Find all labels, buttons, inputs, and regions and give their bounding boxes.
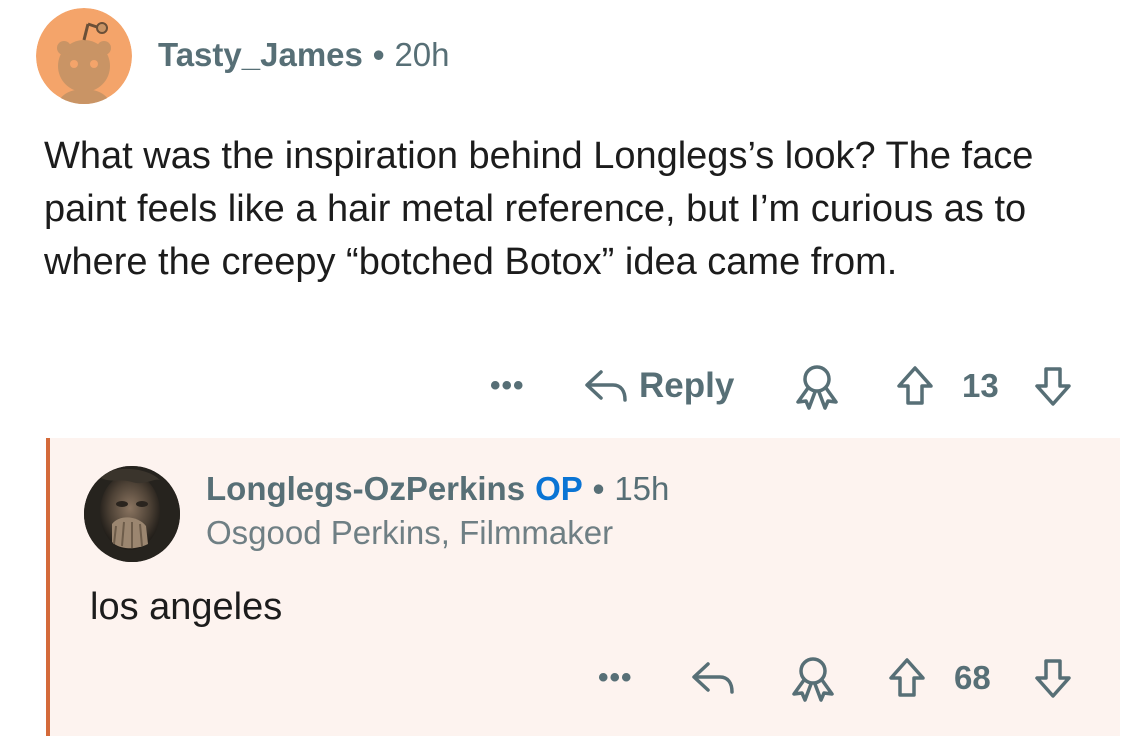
- reply-award-button[interactable]: [788, 652, 838, 704]
- reply-arrow-icon: [690, 658, 736, 698]
- meta-separator: •: [592, 470, 605, 507]
- snoo-avatar-icon: [36, 8, 132, 104]
- reply-timestamp: 15h: [614, 470, 670, 507]
- upvote-button[interactable]: [892, 360, 938, 412]
- more-options-icon: •••: [490, 369, 525, 402]
- reply-upvote-button[interactable]: [884, 652, 930, 704]
- parent-comment: Tasty_James • 20h What was the inspiration…: [0, 0, 1125, 430]
- reply-label: Reply: [639, 366, 735, 405]
- reply-downvote-button[interactable]: [1030, 652, 1076, 704]
- more-options-button[interactable]: •••: [490, 360, 525, 412]
- comment-timestamp: 20h: [394, 36, 450, 73]
- downvote-icon: [1030, 655, 1076, 701]
- vote-count: 13: [962, 367, 999, 404]
- vote-count: 68: [954, 659, 991, 696]
- comment-meta: Tasty_James • 20h: [158, 36, 450, 74]
- reply-body: los angeles: [90, 586, 283, 628]
- more-options-icon: •••: [598, 661, 633, 694]
- award-icon: [788, 654, 838, 702]
- thread-line[interactable]: [46, 438, 50, 736]
- meta-separator: •: [372, 36, 385, 73]
- reply-more-options-button[interactable]: •••: [598, 652, 633, 704]
- reply-meta: Longlegs-OzPerkins OP • 15h: [206, 470, 669, 508]
- op-avatar[interactable]: [84, 466, 180, 562]
- upvote-icon: [884, 655, 930, 701]
- downvote-icon: [1030, 363, 1076, 409]
- profile-photo-icon: [84, 466, 180, 562]
- reply-vote-score: 68: [954, 652, 991, 704]
- upvote-icon: [892, 363, 938, 409]
- op-badge: OP: [535, 470, 583, 507]
- reply-button[interactable]: Reply: [583, 360, 734, 412]
- reply-reply-button[interactable]: [690, 652, 736, 704]
- reply-arrow-icon: [583, 366, 629, 406]
- vote-score: 13: [962, 360, 999, 412]
- user-flair: Osgood Perkins, Filmmaker: [206, 514, 614, 551]
- user-avatar[interactable]: [36, 8, 132, 104]
- reply-username[interactable]: Longlegs-OzPerkins: [206, 470, 525, 507]
- comment-username[interactable]: Tasty_James: [158, 36, 363, 73]
- downvote-button[interactable]: [1030, 360, 1076, 412]
- award-button[interactable]: [792, 360, 842, 412]
- comment-body: What was the inspiration behind Longlegs…: [44, 135, 1034, 283]
- award-icon: [792, 362, 842, 410]
